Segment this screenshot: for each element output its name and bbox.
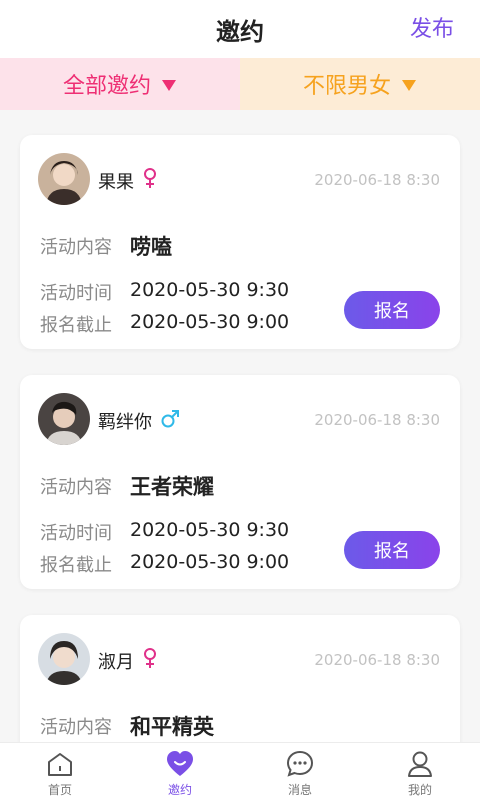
user-name: 羁绊你 bbox=[98, 412, 152, 433]
user-name: 果果 bbox=[98, 172, 134, 193]
tab-invitations[interactable]: 邀约 bbox=[120, 743, 240, 800]
content-label: 活动内容 bbox=[40, 717, 112, 738]
top-bar: 邀约 发布 bbox=[0, 0, 480, 58]
deadline-label: 报名截止 bbox=[40, 555, 112, 576]
page-title: 邀约 bbox=[216, 17, 264, 46]
post-time: 2020-06-18 8:30 bbox=[314, 651, 440, 669]
invitation-card[interactable]: 淑月 2020-06-18 8:30 活动内容 和平精英 bbox=[20, 615, 460, 742]
activity-time: 2020-05-30 9:30 bbox=[130, 279, 290, 301]
user-icon bbox=[408, 751, 432, 777]
publish-button[interactable]: 发布 bbox=[410, 11, 454, 43]
activity-time: 2020-05-30 9:30 bbox=[130, 519, 290, 541]
avatar[interactable] bbox=[38, 633, 90, 685]
avatar[interactable] bbox=[38, 153, 90, 205]
tab-label: 我的 bbox=[407, 783, 432, 797]
signup-button[interactable]: 报名 bbox=[344, 291, 440, 329]
female-icon bbox=[144, 648, 156, 668]
tab-home[interactable]: 首页 bbox=[0, 743, 120, 800]
message-icon bbox=[286, 750, 314, 777]
deadline-time: 2020-05-30 9:00 bbox=[130, 551, 290, 573]
post-time: 2020-06-18 8:30 bbox=[314, 411, 440, 429]
activity-content: 王者荣耀 bbox=[130, 475, 214, 499]
dropdown-triangle-icon bbox=[402, 80, 416, 91]
tab-label: 首页 bbox=[47, 783, 72, 797]
filter-all-label: 全部邀约 bbox=[62, 74, 151, 99]
user-name: 淑月 bbox=[98, 652, 134, 673]
content-label: 活动内容 bbox=[40, 477, 112, 498]
content-label: 活动内容 bbox=[40, 237, 112, 258]
activity-content: 和平精英 bbox=[130, 715, 214, 739]
signup-button[interactable]: 报名 bbox=[344, 531, 440, 569]
bottom-tab-bar: 首页 邀约 消息 我的 bbox=[0, 742, 480, 800]
invitation-list: 果果 2020-06-18 8:30 活动内容 唠嗑 活动时间 2020-05-… bbox=[0, 110, 480, 742]
deadline-time: 2020-05-30 9:00 bbox=[130, 311, 290, 333]
avatar[interactable] bbox=[38, 393, 90, 445]
filter-gender-label: 不限男女 bbox=[302, 74, 391, 99]
post-time: 2020-06-18 8:30 bbox=[314, 171, 440, 189]
deadline-label: 报名截止 bbox=[40, 315, 112, 336]
invitation-card[interactable]: 果果 2020-06-18 8:30 活动内容 唠嗑 活动时间 2020-05-… bbox=[20, 135, 460, 349]
activity-time-label: 活动时间 bbox=[40, 523, 112, 544]
tab-label: 消息 bbox=[287, 783, 312, 797]
invitation-card[interactable]: 羁绊你 2020-06-18 8:30 活动内容 王者荣耀 活动时间 2020-… bbox=[20, 375, 460, 589]
filter-bar: 全部邀约 不限男女 bbox=[0, 58, 480, 110]
filter-all-invitations[interactable]: 全部邀约 bbox=[0, 58, 240, 110]
female-icon bbox=[144, 168, 156, 188]
home-icon bbox=[48, 753, 72, 776]
tab-messages[interactable]: 消息 bbox=[240, 743, 360, 800]
heart-chat-icon bbox=[167, 751, 193, 776]
tab-label: 邀约 bbox=[167, 783, 192, 797]
activity-time-label: 活动时间 bbox=[40, 283, 112, 304]
filter-gender[interactable]: 不限男女 bbox=[240, 58, 480, 110]
male-icon bbox=[161, 410, 179, 428]
tab-profile[interactable]: 我的 bbox=[360, 743, 480, 800]
dropdown-triangle-icon bbox=[162, 80, 176, 91]
activity-content: 唠嗑 bbox=[130, 235, 172, 259]
